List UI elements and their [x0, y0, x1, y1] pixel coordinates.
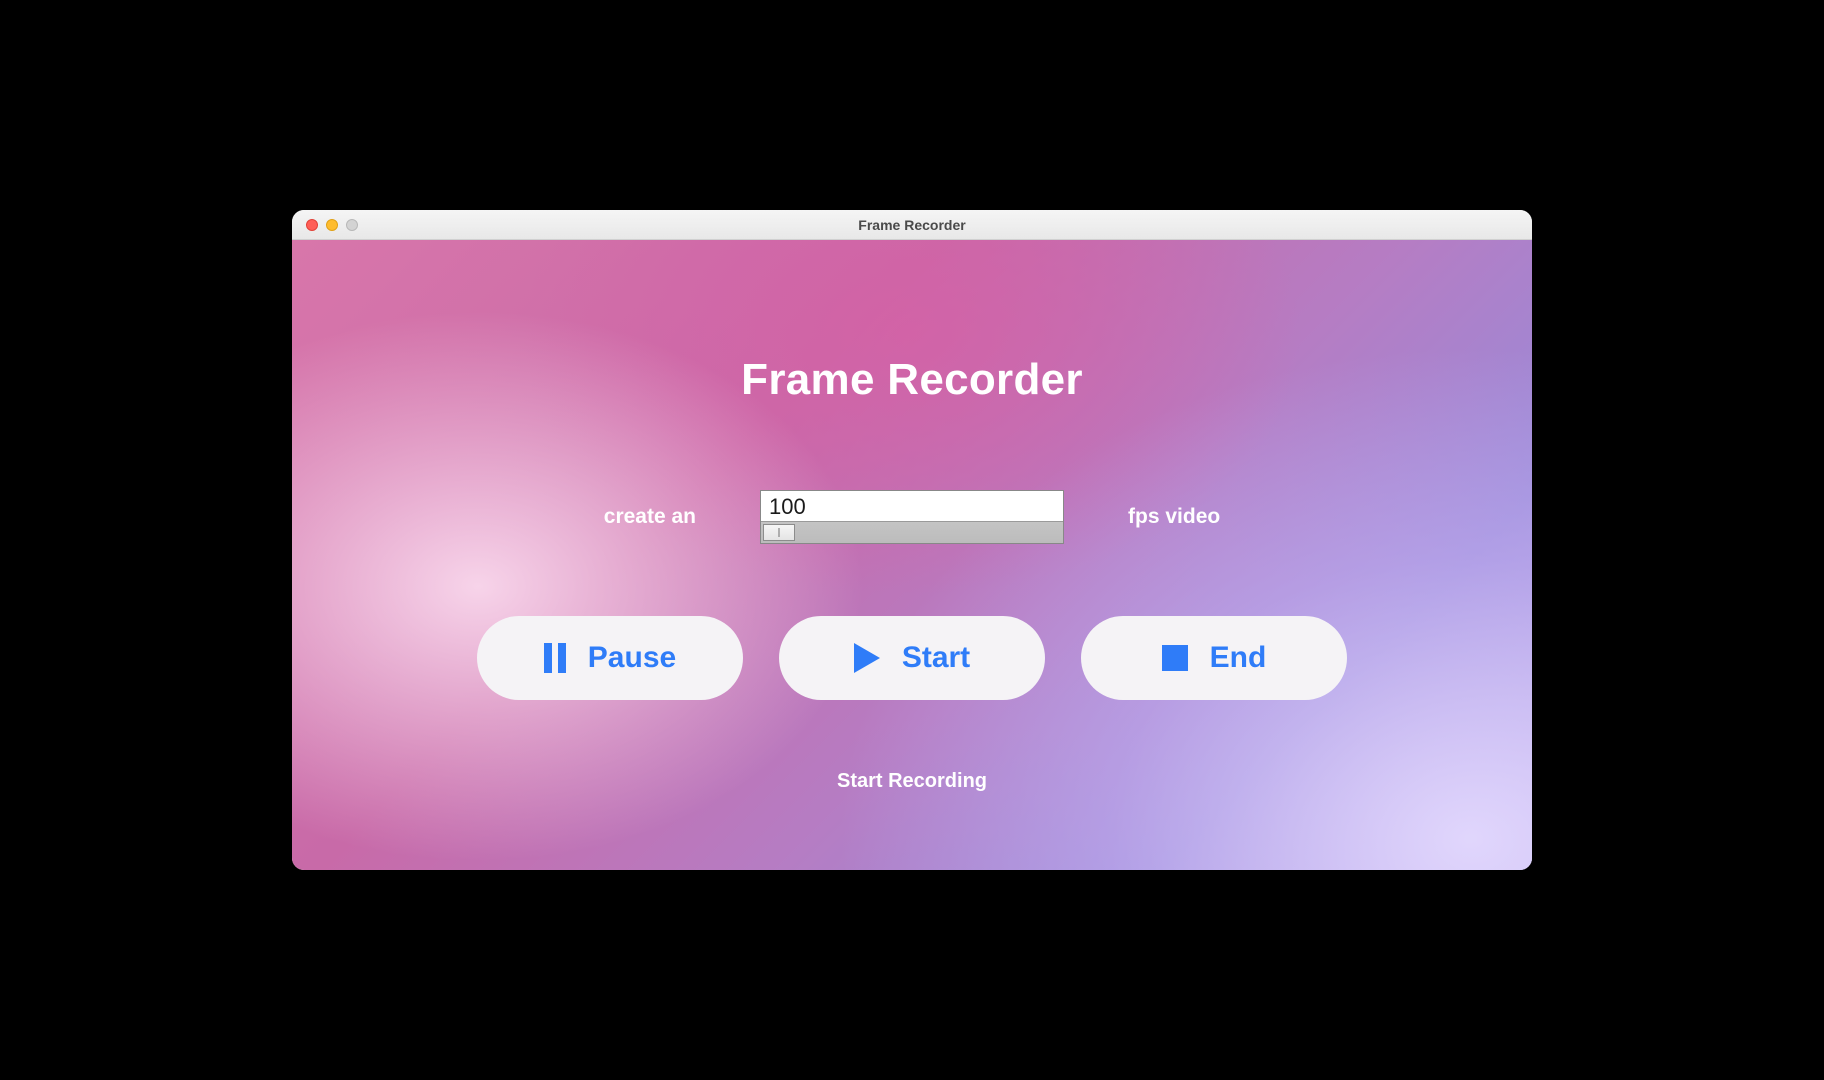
end-button[interactable]: End	[1081, 616, 1347, 700]
window-title: Frame Recorder	[292, 217, 1532, 233]
fps-slider-track[interactable]	[761, 521, 1063, 543]
stop-icon	[1162, 645, 1188, 671]
pause-button-label: Pause	[588, 641, 676, 675]
maximize-icon	[346, 219, 358, 231]
app-title: Frame Recorder	[741, 355, 1083, 405]
fps-suffix-label: fps video	[1128, 505, 1220, 529]
fps-slider-thumb[interactable]	[763, 524, 795, 541]
fps-prefix-label: create an	[604, 505, 696, 529]
start-button[interactable]: Start	[779, 616, 1045, 700]
fps-input[interactable]: 100	[761, 491, 1063, 521]
play-icon	[854, 643, 880, 673]
fps-spinbox[interactable]: 100	[760, 490, 1064, 544]
status-text: Start Recording	[837, 770, 987, 793]
button-row: Pause Start End	[477, 616, 1347, 700]
fps-row: create an 100 fps video	[604, 490, 1220, 544]
close-icon[interactable]	[306, 219, 318, 231]
window-controls	[292, 219, 358, 231]
app-content: Frame Recorder create an 100 fps video P…	[292, 240, 1532, 870]
start-button-label: Start	[902, 641, 970, 675]
minimize-icon[interactable]	[326, 219, 338, 231]
titlebar: Frame Recorder	[292, 210, 1532, 240]
pause-icon	[544, 643, 566, 673]
pause-button[interactable]: Pause	[477, 616, 743, 700]
end-button-label: End	[1210, 641, 1267, 675]
app-window: Frame Recorder Frame Recorder create an …	[292, 210, 1532, 870]
